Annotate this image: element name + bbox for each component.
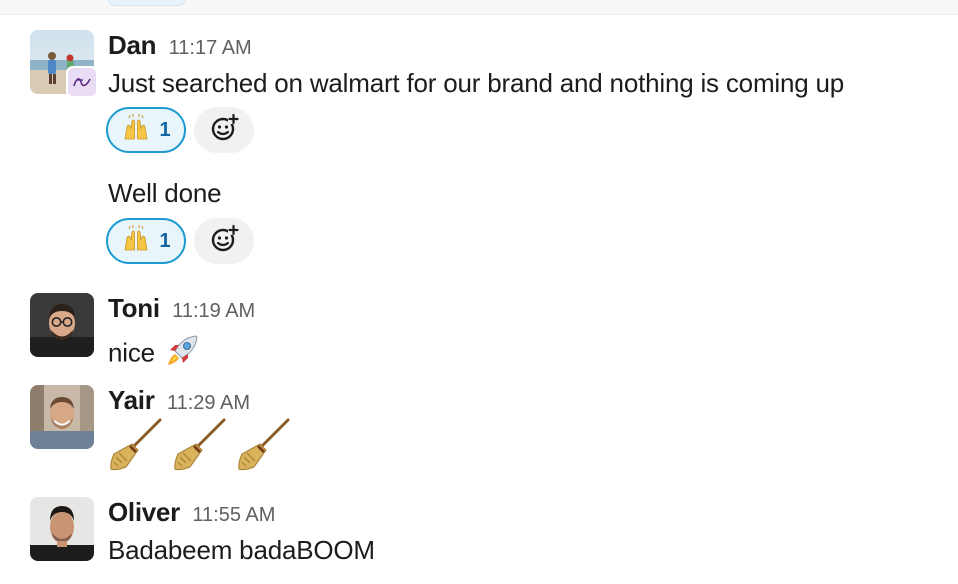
message-header: Yair 11:29 AM	[108, 385, 250, 416]
message-text: Badabeem badaBOOM	[108, 535, 375, 565]
author-name[interactable]: Dan	[108, 30, 157, 60]
message-text: nice	[108, 337, 155, 368]
avatar-yair[interactable]	[30, 385, 94, 449]
emoji-row	[108, 417, 292, 480]
add-reaction-button[interactable]	[194, 218, 254, 264]
message-header: Oliver 11:55 AM	[108, 497, 275, 528]
rocket-icon	[162, 331, 202, 378]
reaction-bar: 1	[106, 218, 254, 264]
timestamp[interactable]: 11:19 AM	[172, 300, 255, 322]
author-name[interactable]: Oliver	[108, 497, 180, 527]
reaction-count: 1	[159, 229, 171, 252]
message-header: Toni 11:19 AM	[108, 293, 255, 324]
workspace-badge	[66, 66, 98, 98]
author-name[interactable]: Toni	[108, 293, 160, 323]
timestamp[interactable]: 11:17 AM	[169, 37, 252, 59]
message-text: Well done	[108, 178, 222, 208]
avatar-toni[interactable]	[30, 293, 94, 357]
add-reaction-button[interactable]	[194, 107, 254, 153]
reaction-raising-hands[interactable]: 1	[106, 107, 186, 153]
raising-hands-icon	[121, 113, 151, 148]
broom-icon	[172, 417, 228, 480]
avatar-oliver[interactable]	[30, 497, 94, 561]
reaction-count: 1	[159, 118, 171, 141]
broom-icon	[236, 417, 292, 480]
message-text-row: nice	[108, 331, 202, 378]
author-name[interactable]: Yair	[108, 385, 155, 415]
timestamp[interactable]: 11:55 AM	[192, 504, 275, 526]
broom-icon	[108, 417, 164, 480]
timestamp[interactable]: 11:29 AM	[167, 392, 250, 414]
add-emoji-icon	[209, 113, 239, 148]
message-text: Just searched on walmart for our brand a…	[108, 68, 845, 98]
previous-reaction-pill[interactable]	[108, 0, 186, 6]
raising-hands-icon	[121, 224, 151, 259]
reaction-bar: 1	[106, 107, 254, 153]
previous-message-area	[0, 0, 958, 15]
message-header: Dan 11:17 AM	[108, 30, 252, 61]
reaction-raising-hands[interactable]: 1	[106, 218, 186, 264]
add-emoji-icon	[209, 224, 239, 259]
